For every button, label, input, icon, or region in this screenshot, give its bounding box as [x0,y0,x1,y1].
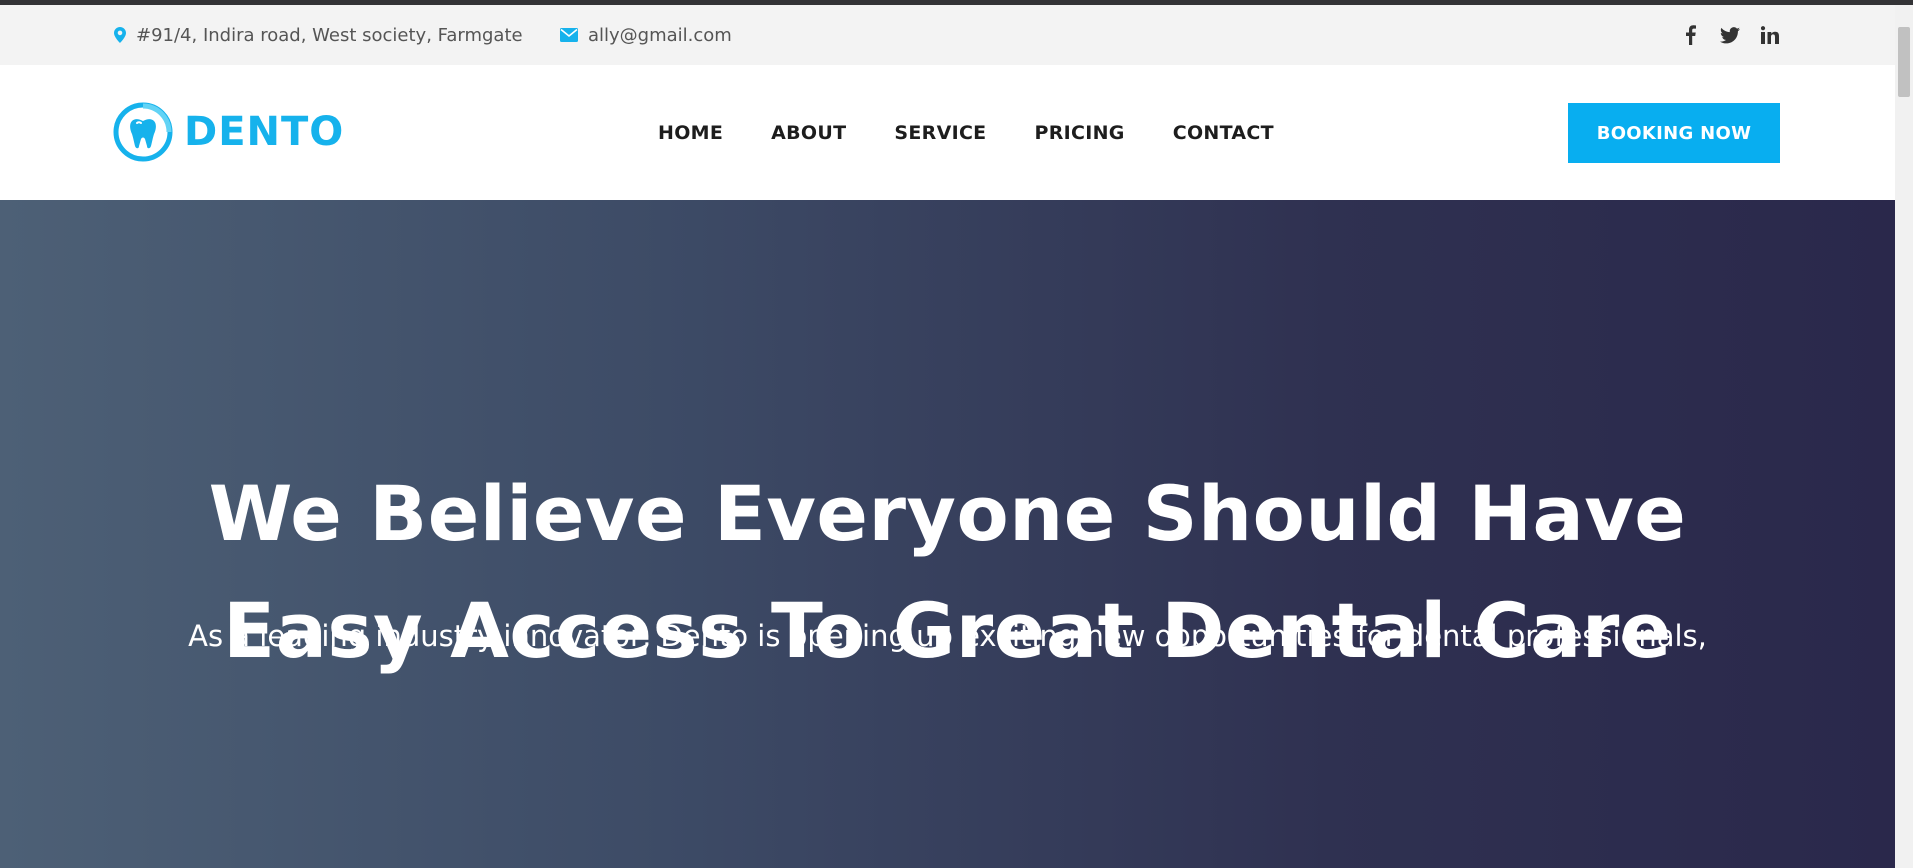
nav-pricing[interactable]: PRICING [1034,122,1124,144]
scrollbar-thumb[interactable] [1898,27,1910,97]
logo[interactable]: DENTO [112,101,344,163]
map-marker-icon [114,27,126,43]
address-info: #91/4, Indira road, West society, Farmga… [114,5,523,65]
hero-title-line-1: We Believe Everyone Should Have [208,469,1687,558]
page: #91/4, Indira road, West society, Farmga… [0,0,1913,868]
logo-text: DENTO [184,109,345,155]
nav-contact[interactable]: CONTACT [1173,122,1274,144]
top-info-bar: #91/4, Indira road, West society, Farmga… [0,5,1895,65]
tooth-icon [113,102,173,162]
social-links [1679,5,1781,65]
facebook-icon[interactable] [1679,24,1701,46]
nav-service[interactable]: SERVICE [894,122,986,144]
hero-subtitle: As a leading industry innovator, Dento i… [188,619,1707,653]
booking-now-button[interactable]: BOOKING NOW [1568,103,1780,163]
nav-home[interactable]: HOME [658,122,723,144]
vertical-scrollbar[interactable] [1895,5,1913,868]
envelope-icon [560,28,578,42]
email-text[interactable]: ally@gmail.com [588,25,732,46]
site-header: DENTO HOME ABOUT SERVICE PRICING CONTACT… [0,65,1895,200]
hero-title: We Believe Everyone Should Have Easy Acc… [0,455,1895,689]
hero-section: We Believe Everyone Should Have Easy Acc… [0,200,1895,868]
twitter-icon[interactable] [1719,24,1741,46]
main-nav: HOME ABOUT SERVICE PRICING CONTACT [658,65,1274,200]
nav-about[interactable]: ABOUT [771,122,846,144]
address-text: #91/4, Indira road, West society, Farmga… [136,24,523,46]
linkedin-icon[interactable] [1759,24,1781,46]
email-info[interactable]: ally@gmail.com [560,5,732,65]
